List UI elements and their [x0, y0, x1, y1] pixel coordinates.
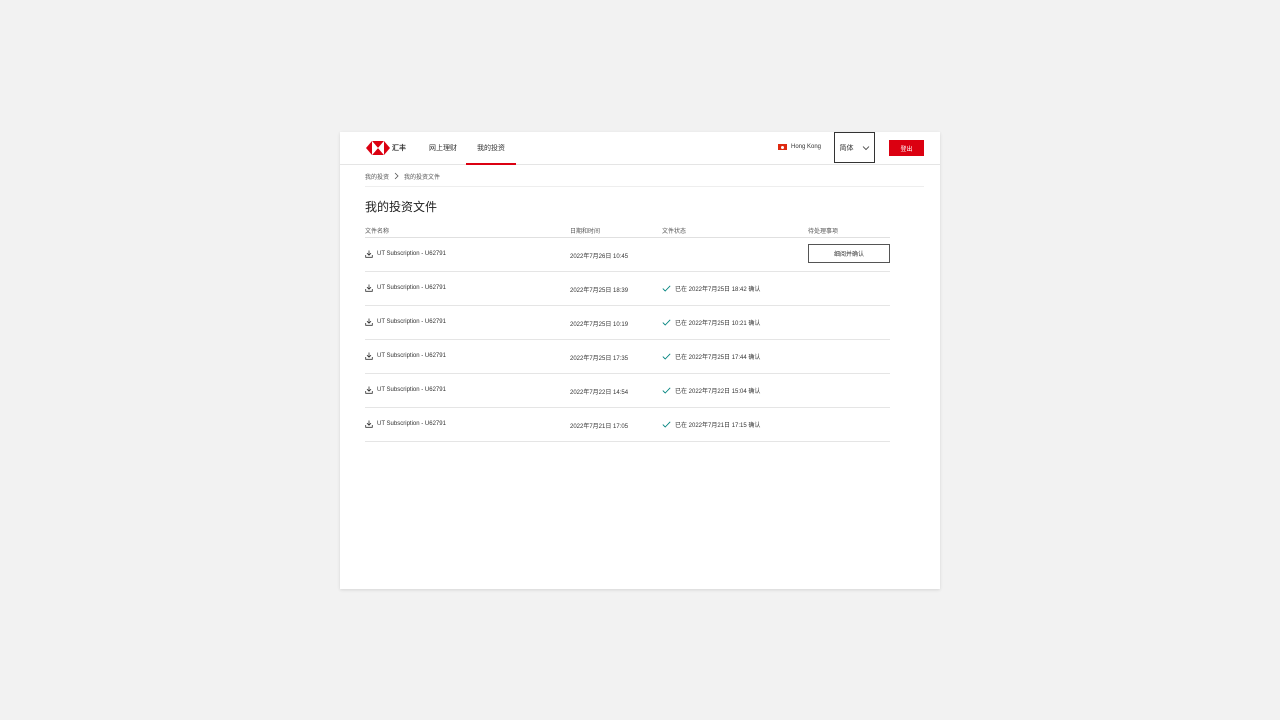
language-selector[interactable]: 简体 — [834, 132, 875, 163]
checkmark-icon — [662, 353, 671, 360]
document-status: 已在 2022年7月25日 17:44 确认 — [662, 352, 760, 361]
document-status: 已在 2022年7月22日 15:04 确认 — [662, 386, 760, 395]
app-window: 汇丰 网上理财 我的投资 Hong Kong 简体 登出 我的投资 我的投资文件… — [340, 132, 940, 589]
status-text: 已在 2022年7月25日 18:42 确认 — [675, 287, 761, 293]
checkmark-icon — [662, 285, 671, 292]
status-text: 已在 2022年7月25日 17:44 确认 — [675, 355, 761, 361]
download-icon — [365, 352, 373, 360]
document-name: UT Subscription - U62791 — [377, 421, 446, 427]
document-status: 已在 2022年7月25日 18:42 确认 — [662, 284, 760, 293]
status-text: 已在 2022年7月25日 10:21 确认 — [675, 321, 761, 327]
status-text: 已在 2022年7月22日 15:04 确认 — [675, 389, 761, 395]
status-text: 已在 2022年7月21日 17:15 确认 — [675, 423, 761, 429]
document-name: UT Subscription - U62791 — [377, 353, 446, 359]
brand-name: 汇丰 — [392, 145, 406, 152]
download-icon — [365, 284, 373, 292]
breadcrumb-my-investments[interactable]: 我的投资 — [365, 172, 389, 181]
hsbc-logo-icon[interactable] — [366, 141, 390, 155]
document-datetime: 2022年7月25日 18:39 — [570, 288, 629, 294]
column-header-datetime: 日期和时间 — [570, 229, 601, 235]
document-name: UT Subscription - U62791 — [377, 285, 446, 291]
download-icon — [365, 386, 373, 394]
table-row: UT Subscription - U62791 2022年7月22日 14:5… — [365, 374, 890, 408]
review-confirm-button[interactable]: 细阅并确认 — [808, 244, 890, 263]
document-status: 已在 2022年7月25日 10:21 确认 — [662, 318, 760, 327]
hong-kong-flag-icon — [778, 144, 787, 150]
region-selector[interactable]: Hong Kong — [778, 144, 821, 150]
document-link[interactable]: UT Subscription - U62791 — [365, 250, 446, 258]
document-name: UT Subscription - U62791 — [377, 251, 446, 257]
document-link[interactable]: UT Subscription - U62791 — [365, 284, 446, 292]
nav-my-investments[interactable]: 我的投资 — [466, 143, 516, 165]
document-datetime: 2022年7月21日 17:05 — [570, 424, 629, 430]
column-header-name: 文件名称 — [365, 229, 390, 235]
table-row: UT Subscription - U62791 2022年7月21日 17:0… — [365, 408, 890, 442]
region-label: Hong Kong — [791, 144, 822, 150]
column-header-status: 文件状态 — [662, 229, 687, 235]
table-row: UT Subscription - U62791 2022年7月25日 10:1… — [365, 306, 890, 340]
table-row: UT Subscription - U62791 2022年7月25日 18:3… — [365, 272, 890, 306]
download-icon — [365, 250, 373, 258]
document-link[interactable]: UT Subscription - U62791 — [365, 352, 446, 360]
table-row: UT Subscription - U62791 2022年7月25日 17:3… — [365, 340, 890, 374]
chevron-down-icon — [862, 145, 869, 150]
table-row: UT Subscription - U62791 2022年7月26日 10:4… — [365, 238, 890, 272]
page-title: 我的投资文件 — [365, 200, 438, 214]
checkmark-icon — [662, 387, 671, 394]
nav-online-banking[interactable]: 网上理财 — [429, 143, 457, 153]
logout-button[interactable]: 登出 — [889, 140, 924, 156]
download-icon — [365, 420, 373, 428]
chevron-right-icon — [394, 172, 399, 180]
document-datetime: 2022年7月26日 10:45 — [570, 254, 629, 260]
document-datetime: 2022年7月25日 10:19 — [570, 322, 629, 328]
document-name: UT Subscription - U62791 — [377, 387, 446, 393]
checkmark-icon — [662, 421, 671, 428]
document-link[interactable]: UT Subscription - U62791 — [365, 420, 446, 428]
documents-table: 文件名称 日期和时间 文件状态 待处理事项 UT Subscription - … — [365, 224, 890, 442]
document-status: 已在 2022年7月21日 17:15 确认 — [662, 420, 760, 429]
column-header-pending: 待处理事项 — [808, 229, 839, 235]
document-name: UT Subscription - U62791 — [377, 319, 446, 325]
table-header: 文件名称 日期和时间 文件状态 待处理事项 — [365, 224, 890, 238]
document-link[interactable]: UT Subscription - U62791 — [365, 386, 446, 394]
top-navigation: 汇丰 网上理财 我的投资 Hong Kong 简体 登出 — [340, 132, 940, 165]
checkmark-icon — [662, 319, 671, 326]
document-link[interactable]: UT Subscription - U62791 — [365, 318, 446, 326]
document-datetime: 2022年7月22日 14:54 — [570, 390, 629, 396]
download-icon — [365, 318, 373, 326]
document-datetime: 2022年7月25日 17:35 — [570, 356, 629, 362]
breadcrumb: 我的投资 我的投资文件 — [365, 172, 924, 187]
breadcrumb-current: 我的投资文件 — [404, 175, 441, 181]
language-label: 简体 — [839, 144, 854, 152]
